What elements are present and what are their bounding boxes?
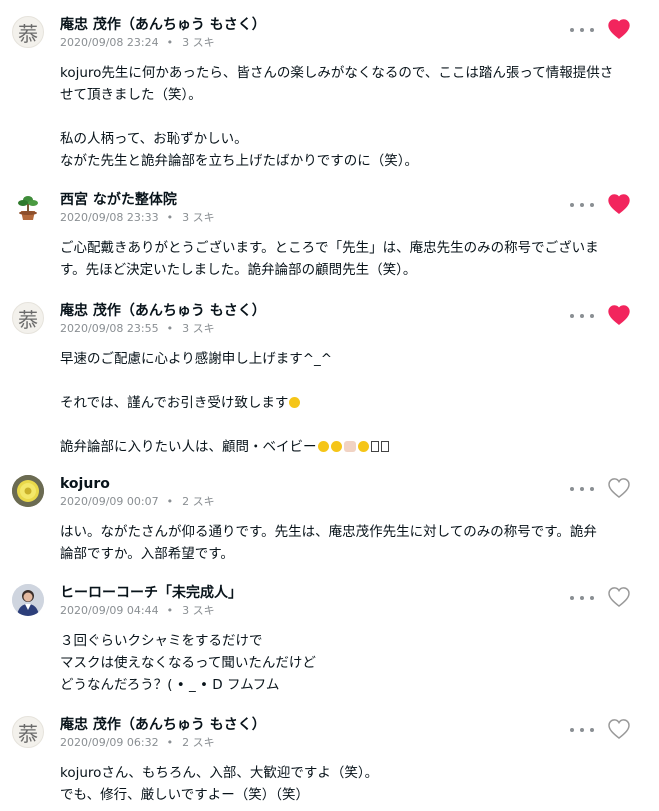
comment-line: kojuroさん、もちろん、入部、大歓迎ですよ（笑）。: [60, 765, 379, 781]
avatar-kanji: 菾: [18, 307, 38, 332]
meta-separator: •: [166, 495, 174, 508]
avatar-kanji: 菾: [18, 721, 38, 746]
comment-line: どうなんだろう？( • _ • D フムフム: [60, 677, 280, 693]
comment-date: 2020/09/09 04:44: [60, 604, 159, 617]
meta-separator: •: [166, 322, 174, 335]
comment-line: 早速のご配慮に心より感謝申し上げます^_^: [60, 351, 333, 367]
comment-item: 菾 庵忠 茂作（あんちゅう もさく） 2020/09/08 23:55 • 3 スキ…: [0, 302, 659, 455]
comment-body: kojuro先生に何かあったら、皆さんの楽しみがなくなるので、ここは踏ん張って情…: [60, 62, 635, 172]
comment-line: ながた先生と詭弁論部を立ち上げたばかりですのに（笑）。: [60, 153, 419, 169]
meta-separator: •: [166, 211, 174, 224]
comment-line: マスクは使えなくなるって聞いたんだけど: [60, 655, 316, 671]
avatar[interactable]: [12, 584, 44, 616]
comment-body: ご心配戴きありがとうございます。ところで「先生」は、庵忠先生のみの称号でございま…: [60, 237, 635, 281]
more-options-icon[interactable]: [570, 592, 594, 604]
heart-icon[interactable]: [608, 719, 630, 739]
commenter-name[interactable]: kojuro: [60, 475, 110, 493]
more-options-icon[interactable]: [570, 724, 594, 736]
comment-date: 2020/09/08 23:24: [60, 36, 159, 49]
comment-line: [60, 106, 635, 128]
grin-emoji-icon: [330, 441, 342, 452]
heart-icon[interactable]: [608, 19, 630, 39]
comment-line: ご心配戴きありがとうございます。ところで「先生」は、庵忠先生のみの称号でございま: [60, 240, 599, 256]
avatar[interactable]: [12, 191, 44, 223]
comment-list: 菾 庵忠 茂作（あんちゅう もさく） 2020/09/08 23:24 • 3 スキ…: [0, 0, 659, 811]
missing-glyph-icon: [370, 441, 379, 452]
avatar-kanji: 菾: [18, 21, 38, 46]
smile-emoji-icon: [289, 397, 301, 408]
like-count[interactable]: 2 スキ: [182, 736, 215, 749]
comment-line: 論部ですか。入部希望です。: [60, 546, 234, 562]
comment-line: kojuro先生に何かあったら、皆さんの楽しみがなくなるので、ここは踏ん張って情…: [60, 65, 614, 81]
like-count[interactable]: 3 スキ: [182, 211, 215, 224]
comment-line: せて頂きました（笑）。: [60, 87, 202, 103]
commenter-name[interactable]: ヒーローコーチ「未完成人」: [60, 584, 242, 602]
flower-icon: [12, 475, 44, 507]
like-count[interactable]: 3 スキ: [182, 36, 215, 49]
more-options-icon[interactable]: [570, 310, 594, 322]
person-icon: [12, 584, 44, 616]
commenter-name[interactable]: 西宮 ながた整体院: [60, 191, 177, 209]
comment-item: ヒーローコーチ「未完成人」 2020/09/09 04:44 • 3 スキ ３回ぐら…: [0, 584, 659, 694]
commenter-name[interactable]: 庵忠 茂作（あんちゅう もさく）: [60, 302, 266, 320]
comment-meta: 2020/09/08 23:24 • 3 スキ: [60, 36, 215, 50]
comment-line: [60, 414, 635, 436]
comment-text: 詭弁論部に入りたい人は、顧問・ベイビー: [60, 439, 317, 455]
commenter-name[interactable]: 庵忠 茂作（あんちゅう もさく）: [60, 16, 266, 34]
plant-icon: [18, 196, 38, 220]
meta-separator: •: [166, 604, 174, 617]
smile-emoji-icon: [357, 441, 369, 452]
comment-line: はい。ながたさんが仰る通りです。先生は、庵忠茂作先生に対してのみの称号です。詭弁: [60, 524, 597, 540]
comment-line: それでは、謹んでお引き受け致します: [60, 392, 635, 414]
comment-line: 私の人柄って、お恥ずかしい。: [60, 131, 248, 147]
comment-item: 西宮 ながた整体院 2020/09/08 23:33 • 3 スキ ご心配戴きありが…: [0, 191, 659, 281]
comment-meta: 2020/09/08 23:33 • 3 スキ: [60, 211, 215, 225]
more-options-icon[interactable]: [570, 483, 594, 495]
avatar[interactable]: 菾: [12, 716, 44, 748]
more-options-icon[interactable]: [570, 24, 594, 36]
missing-glyph-icon: [380, 441, 389, 452]
comment-date: 2020/09/08 23:55: [60, 322, 159, 335]
meta-separator: •: [166, 36, 174, 49]
like-count[interactable]: 3 スキ: [182, 322, 215, 335]
heart-icon[interactable]: [608, 478, 630, 498]
comment-date: 2020/09/08 23:33: [60, 211, 159, 224]
comment-line: でも、修行、厳しいですよー（笑）（笑）: [60, 787, 309, 803]
comment-line: ３回ぐらいクシャミをするだけで: [60, 633, 263, 649]
heart-icon[interactable]: [608, 194, 630, 214]
avatar[interactable]: 菾: [12, 16, 44, 48]
like-count[interactable]: 3 スキ: [182, 604, 215, 617]
comment-item: 菾 庵忠 茂作（あんちゅう もさく） 2020/09/09 06:32 • 2 スキ…: [0, 716, 659, 811]
comment-line: 詭弁論部に入りたい人は、顧問・ベイビー: [60, 436, 635, 458]
commenter-name[interactable]: 庵忠 茂作（あんちゅう もさく）: [60, 716, 266, 734]
grin-emoji-icon: [317, 441, 329, 452]
like-count[interactable]: 2 スキ: [182, 495, 215, 508]
comment-line: す。先ほど決定いたしました。詭弁論部の顧問先生（笑）。: [60, 262, 417, 278]
comment-item: 菾 庵忠 茂作（あんちゅう もさく） 2020/09/08 23:24 • 3 スキ…: [0, 16, 659, 169]
comment-date: 2020/09/09 00:07: [60, 495, 159, 508]
comment-meta: 2020/09/09 00:07 • 2 スキ: [60, 495, 215, 509]
comment-text: それでは、謹んでお引き受け致します: [60, 395, 289, 411]
more-options-icon[interactable]: [570, 199, 594, 211]
clap-emoji-icon: [343, 441, 356, 452]
comment-line: [60, 370, 635, 392]
heart-icon[interactable]: [608, 587, 630, 607]
comment-meta: 2020/09/08 23:55 • 3 スキ: [60, 322, 215, 336]
comment-date: 2020/09/09 06:32: [60, 736, 159, 749]
avatar[interactable]: 菾: [12, 302, 44, 334]
comment-meta: 2020/09/09 04:44 • 3 スキ: [60, 604, 215, 618]
comment-body: ３回ぐらいクシャミをするだけで マスクは使えなくなるって聞いたんだけど どうなん…: [60, 630, 635, 696]
comment-body: はい。ながたさんが仰る通りです。先生は、庵忠茂作先生に対してのみの称号です。詭弁…: [60, 521, 635, 565]
comment-meta: 2020/09/09 06:32 • 2 スキ: [60, 736, 215, 750]
comment-body: kojuroさん、もちろん、入部、大歓迎ですよ（笑）。 でも、修行、厳しいですよ…: [60, 762, 635, 806]
heart-icon[interactable]: [608, 305, 630, 325]
avatar[interactable]: [12, 475, 44, 507]
comment-item: kojuro 2020/09/09 00:07 • 2 スキ はい。ながたさんが仰る…: [0, 475, 659, 565]
meta-separator: •: [166, 736, 174, 749]
comment-body: 早速のご配慮に心より感謝申し上げます^_^ それでは、謹んでお引き受け致します …: [60, 348, 635, 458]
